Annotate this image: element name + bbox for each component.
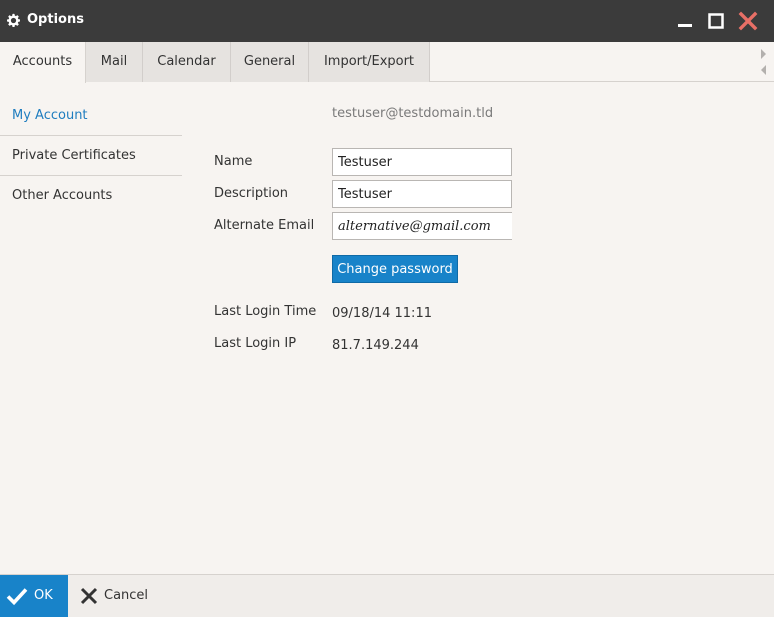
name-label: Name [214,154,253,169]
last-login-ip-label: Last Login IP [214,336,297,351]
tab-bar: Accounts Mail Calendar General Import/Ex… [0,42,774,83]
tab-label: Calendar [157,54,216,69]
last-login-time-value: 09/18/14 11:11 [332,306,432,321]
cancel-label: Cancel [104,588,149,603]
window-title: Options [27,12,84,27]
close-icon[interactable] [738,11,758,31]
tab-accounts[interactable]: Accounts [0,42,86,83]
tab-general[interactable]: General [231,42,309,82]
sidebar-item-private-certificates[interactable]: Private Certificates [0,136,182,176]
tab-label: Mail [100,54,128,69]
alternate-email-input[interactable] [332,212,512,240]
tab-scroll-arrows-icon[interactable] [758,46,768,78]
name-input[interactable] [332,148,512,176]
maximize-icon[interactable] [707,12,725,30]
last-login-ip-value: 81.7.149.244 [332,338,419,353]
footer: OK Cancel [0,574,774,617]
description-label: Description [214,186,289,201]
close-icon [80,587,98,605]
ok-button[interactable]: OK [0,575,68,617]
tab-import-export[interactable]: Import/Export [309,42,430,82]
sidebar: My Account Private Certificates Other Ac… [0,96,182,216]
ok-label: OK [34,588,53,603]
title-bar: Options [0,0,774,42]
tab-calendar[interactable]: Calendar [143,42,231,82]
change-password-button[interactable]: Change password [332,255,458,283]
sidebar-item-other-accounts[interactable]: Other Accounts [0,176,182,216]
tab-label: General [243,54,296,69]
minimize-icon[interactable] [676,12,694,30]
gear-icon [7,13,20,27]
sidebar-item-label: Other Accounts [12,188,113,203]
alternate-email-label: Alternate Email [214,218,315,233]
tab-label: Accounts [12,54,73,69]
tab-mail[interactable]: Mail [86,42,143,82]
sidebar-item-label: My Account [12,108,88,123]
account-email: testuser@testdomain.tld [332,106,494,121]
tab-label: Import/Export [323,54,415,69]
sidebar-item-my-account[interactable]: My Account [0,96,182,136]
sidebar-item-label: Private Certificates [12,148,136,163]
last-login-time-label: Last Login Time [214,304,317,319]
description-input[interactable] [332,180,512,208]
checkmark-icon [6,588,28,606]
cancel-button[interactable]: Cancel [76,575,166,617]
